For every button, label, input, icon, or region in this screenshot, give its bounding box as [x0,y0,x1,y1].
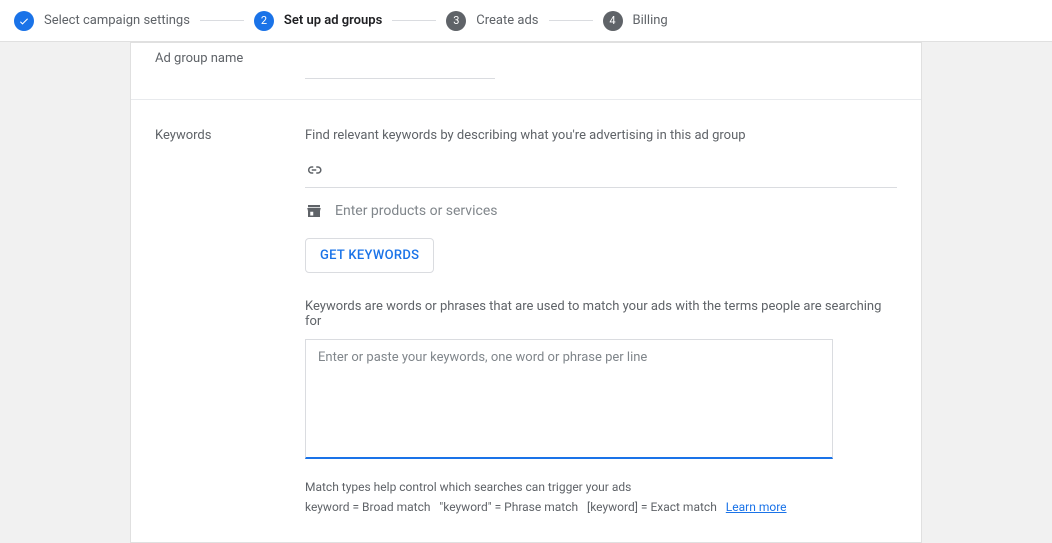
match-broad: keyword = Broad match [305,500,430,514]
match-exact: [keyword] = Exact match [587,500,717,514]
check-icon [14,11,34,31]
storefront-icon [305,202,323,220]
link-icon [305,161,323,179]
step-connector [200,20,244,21]
learn-more-link[interactable]: Learn more [726,500,787,514]
products-input[interactable] [335,203,897,219]
keywords-intro: Find relevant keywords by describing wha… [305,128,897,143]
step-connector [549,20,593,21]
step-select-campaign[interactable]: Select campaign settings [14,11,190,31]
stepper: Select campaign settings 2 Set up ad gro… [0,0,1052,42]
step-number-badge: 4 [603,11,623,31]
step-label: Create ads [476,13,538,28]
step-number-badge: 3 [446,11,466,31]
step-label: Set up ad groups [284,13,382,28]
products-input-line[interactable] [305,202,897,228]
match-phrase: "keyword" = Phrase match [439,500,578,514]
keywords-explain: Keywords are words or phrases that are u… [305,299,897,329]
keywords-label: Keywords [155,128,305,518]
keywords-row: Keywords Find relevant keywords by descr… [131,100,921,542]
match-types-line1: Match types help control which searches … [305,477,897,497]
step-create-ads[interactable]: 3 Create ads [446,11,538,31]
ad-group-name-row: Ad group name [131,43,921,100]
match-types-help: Match types help control which searches … [305,477,897,518]
step-connector [392,20,436,21]
keywords-textarea[interactable] [305,339,833,459]
ad-group-name-label: Ad group name [155,51,305,79]
step-billing[interactable]: 4 Billing [603,11,668,31]
step-setup-ad-groups[interactable]: 2 Set up ad groups [254,11,382,31]
step-label: Select campaign settings [44,13,190,28]
get-keywords-button[interactable]: GET KEYWORDS [305,238,434,273]
ad-group-name-input[interactable] [305,51,495,79]
step-label: Billing [633,13,668,28]
url-input-line[interactable] [305,161,897,188]
url-input[interactable] [335,162,897,178]
ad-group-card: Ad group name Keywords Find relevant key… [130,42,922,543]
step-number-badge: 2 [254,11,274,31]
